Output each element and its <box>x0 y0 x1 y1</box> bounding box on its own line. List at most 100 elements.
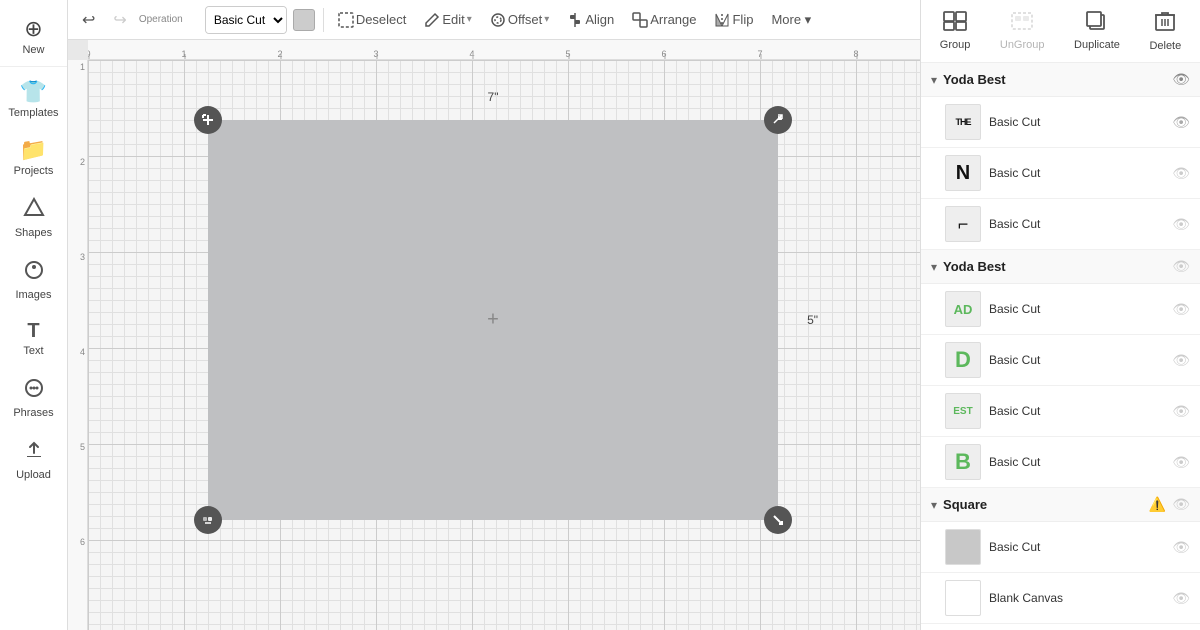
offset-button[interactable]: Offset ▾ <box>484 9 555 31</box>
warning-icon-square: ⚠️ <box>1149 496 1166 513</box>
layers-list[interactable]: ▾ Yoda Best 👁 THE Basic Cut 👁 N Basic Cu… <box>921 63 1200 630</box>
sidebar-item-text[interactable]: T Text <box>0 311 67 367</box>
sidebar-label-shapes: Shapes <box>15 227 52 239</box>
sidebar-item-images[interactable]: Images <box>0 249 67 311</box>
edit-button[interactable]: Edit ▾ <box>418 9 477 31</box>
layer-thumb-l7: B <box>945 444 981 480</box>
align-button[interactable]: Align <box>561 9 620 31</box>
layer-item-l1[interactable]: THE Basic Cut 👁 <box>921 97 1200 148</box>
templates-icon: 👕 <box>20 81 47 103</box>
layer-name-l9: Blank Canvas <box>989 591 1164 605</box>
sidebar-item-projects[interactable]: 📁 Projects <box>0 129 67 187</box>
left-sidebar: ⊕ New 👕 Templates 📁 Projects Shapes Imag… <box>0 0 68 630</box>
canvas-area[interactable]: 0 1 2 3 4 5 6 7 8 1 2 3 4 5 6 <box>68 40 920 630</box>
layer-eye-l1[interactable]: 👁 <box>1172 114 1190 131</box>
sidebar-label-images: Images <box>15 289 51 301</box>
ruler-left: 1 2 3 4 5 6 <box>68 60 88 630</box>
grid-canvas[interactable]: 7" 5" + <box>88 60 920 630</box>
group-header-yoda-best-1[interactable]: ▾ Yoda Best 👁 <box>921 63 1200 97</box>
layer-item-l8[interactable]: Basic Cut 👁 <box>921 522 1200 573</box>
ruler-top: 0 1 2 3 4 5 6 7 8 <box>88 40 920 60</box>
ruler-tick-8: 8 <box>853 49 858 59</box>
layer-thumb-l8 <box>945 529 981 565</box>
operation-label: Operation <box>139 14 199 25</box>
layer-item-l2[interactable]: N Basic Cut 👁 <box>921 148 1200 199</box>
deselect-button[interactable]: Deselect <box>332 9 413 31</box>
group-name-yoda2: Yoda Best <box>943 259 1166 274</box>
ruler-mark-5: 5 <box>68 440 87 535</box>
layer-eye-l7[interactable]: 👁 <box>1172 454 1190 471</box>
layer-thumb-l9 <box>945 580 981 616</box>
design-rect[interactable]: 7" 5" + <box>208 120 778 520</box>
ruler-tick-2: 2 <box>277 49 282 59</box>
ungroup-label: UnGroup <box>1000 39 1045 51</box>
group-header-yoda-best-2[interactable]: ▾ Yoda Best 👁 <box>921 250 1200 284</box>
delete-action[interactable]: Delete <box>1141 6 1189 56</box>
layer-item-l7[interactable]: B Basic Cut 👁 <box>921 437 1200 488</box>
delete-icon <box>1155 10 1175 37</box>
layer-name-l8: Basic Cut <box>989 540 1164 554</box>
color-picker-box[interactable] <box>293 9 315 31</box>
group-name-yoda1: Yoda Best <box>943 72 1166 87</box>
layer-thumb-l3: ⌐ <box>945 206 981 242</box>
layer-eye-l6[interactable]: 👁 <box>1172 403 1190 420</box>
layer-item-l9[interactable]: Blank Canvas 👁 <box>921 573 1200 624</box>
sidebar-item-new[interactable]: ⊕ New <box>0 8 67 67</box>
layer-eye-l2[interactable]: 👁 <box>1172 165 1190 182</box>
operation-select[interactable]: Basic Cut <box>206 7 286 33</box>
eye-yoda1[interactable]: 👁 <box>1172 71 1190 88</box>
layer-name-l5: Basic Cut <box>989 353 1164 367</box>
images-icon <box>23 259 45 285</box>
undo-button[interactable]: ↩ <box>76 6 101 34</box>
sidebar-label-templates: Templates <box>8 107 58 119</box>
ruler-tick-7: 7 <box>757 49 762 59</box>
handle-bottom-right[interactable] <box>764 506 792 534</box>
layer-thumb-l1: THE <box>945 104 981 140</box>
layer-eye-l5[interactable]: 👁 <box>1172 352 1190 369</box>
chevron-square: ▾ <box>931 498 937 512</box>
layer-eye-l3[interactable]: 👁 <box>1172 216 1190 233</box>
layer-item-l6[interactable]: EST Basic Cut 👁 <box>921 386 1200 437</box>
main-area: ↩ ↪ Operation Basic Cut Deselect Edit ▾ … <box>68 0 920 630</box>
layer-name-l4: Basic Cut <box>989 302 1164 316</box>
arrange-button[interactable]: Arrange <box>626 9 702 31</box>
operation-select-wrap[interactable]: Basic Cut <box>205 6 287 34</box>
sidebar-label-phrases: Phrases <box>13 407 53 419</box>
sidebar-item-templates[interactable]: 👕 Templates <box>0 71 67 129</box>
layer-thumb-l4: AD <box>945 291 981 327</box>
ruler-mark-4: 4 <box>68 345 87 440</box>
layer-item-l5[interactable]: D Basic Cut 👁 <box>921 335 1200 386</box>
ruler-tick-1: 1 <box>181 49 186 59</box>
duplicate-label: Duplicate <box>1074 39 1120 51</box>
redo-button[interactable]: ↪ <box>107 6 132 34</box>
sidebar-label-projects: Projects <box>14 165 54 177</box>
ruler-tick-5: 5 <box>565 49 570 59</box>
layer-eye-l4[interactable]: 👁 <box>1172 301 1190 318</box>
sidebar-label-upload: Upload <box>16 469 51 481</box>
handle-top-left[interactable] <box>194 106 222 134</box>
layer-eye-l9[interactable]: 👁 <box>1172 590 1190 607</box>
group-action[interactable]: Group <box>932 7 979 55</box>
layer-name-l2: Basic Cut <box>989 166 1164 180</box>
phrases-icon <box>23 377 45 403</box>
layer-item-l4[interactable]: AD Basic Cut 👁 <box>921 284 1200 335</box>
duplicate-action[interactable]: Duplicate <box>1066 7 1128 55</box>
handle-top-right[interactable] <box>764 106 792 134</box>
eye-square[interactable]: 👁 <box>1172 496 1190 513</box>
chevron-yoda2: ▾ <box>931 260 937 274</box>
handle-bottom-left[interactable] <box>194 506 222 534</box>
sidebar-item-shapes[interactable]: Shapes <box>0 187 67 249</box>
group-label: Group <box>940 39 971 51</box>
ruler-tick-3: 3 <box>373 49 378 59</box>
ungroup-action: UnGroup <box>992 7 1053 55</box>
layer-item-l3[interactable]: ⌐ Basic Cut 👁 <box>921 199 1200 250</box>
ruler-mark-6: 6 <box>68 535 87 630</box>
eye-yoda2[interactable]: 👁 <box>1172 258 1190 275</box>
sidebar-item-phrases[interactable]: Phrases <box>0 367 67 429</box>
sidebar-item-upload[interactable]: Upload <box>0 429 67 491</box>
layer-eye-l8[interactable]: 👁 <box>1172 539 1190 556</box>
more-button[interactable]: More ▾ <box>765 9 817 31</box>
group-header-square[interactable]: ▾ Square ⚠️ 👁 <box>921 488 1200 522</box>
flip-button[interactable]: Flip <box>708 9 759 31</box>
group-name-square: Square <box>943 497 1143 512</box>
